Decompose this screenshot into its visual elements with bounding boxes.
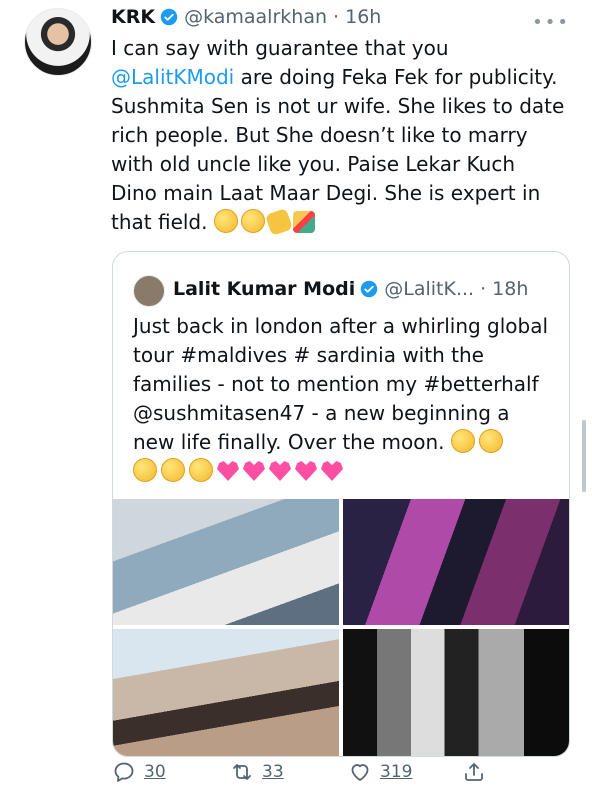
reply-count[interactable]: 30	[144, 762, 166, 782]
smiling-face-with-hearts-emoji-icon	[189, 458, 213, 482]
tweet-text-part: are doing Feka Fek for publicity. Sushmi…	[111, 65, 565, 234]
quoted-author-name[interactable]: Lalit Kumar Modi	[173, 278, 355, 300]
more-options-icon[interactable]: •••	[532, 12, 570, 33]
reply-button[interactable]: 30	[112, 760, 166, 784]
quoted-author-avatar[interactable]	[133, 275, 165, 307]
author-handle[interactable]: @kamaalrkhan · 16h	[184, 6, 381, 28]
reply-icon	[114, 762, 134, 782]
tweet-action-bar: 30 33 319	[112, 760, 572, 790]
growing-heart-emoji-icon	[321, 461, 343, 481]
smiling-face-with-hearts-emoji-icon	[450, 429, 475, 453]
heart-icon	[351, 764, 369, 781]
author-name[interactable]: KRK	[111, 6, 155, 28]
clapping-hands-emoji-icon	[264, 207, 293, 237]
hospital-photo[interactable]	[113, 499, 339, 625]
scrollbar-thumb[interactable]	[582, 420, 586, 492]
retweet-button[interactable]: 33	[230, 760, 284, 784]
quoted-author-handle[interactable]: @LalitK... · 18h	[384, 278, 528, 300]
tweet-text-part: I can say with guarantee that you	[111, 36, 449, 60]
like-button[interactable]: 319	[348, 760, 412, 784]
face-blowing-kiss-emoji-icon	[478, 429, 503, 453]
retweet-count[interactable]: 33	[262, 762, 284, 782]
quoted-tweet-text: Just back in london after a whirling glo…	[133, 312, 557, 486]
tweet-text: I can say with guarantee that you @Lalit…	[111, 34, 566, 237]
author-name-line[interactable]: KRK @kamaalrkhan · 16h	[111, 6, 381, 28]
share-icon	[465, 763, 483, 781]
mention-link[interactable]: @LalitKModi	[111, 65, 234, 89]
broken-hearts-emoji-icon	[295, 461, 317, 481]
event-photo[interactable]	[343, 499, 569, 625]
quoted-author-name-line[interactable]: Lalit Kumar Modi @LalitK... · 18h	[173, 278, 528, 300]
verified-badge-icon	[160, 8, 178, 26]
photo-grid	[113, 499, 569, 756]
verified-badge-icon	[361, 280, 378, 298]
share-button[interactable]	[462, 760, 494, 784]
sparkling-heart-emoji-icon	[269, 461, 291, 481]
author-avatar[interactable]	[24, 8, 92, 76]
grinning-face-emoji-icon	[240, 209, 265, 233]
quoted-tweet-card[interactable]: Lalit Kumar Modi @LalitK... · 18h Just ba…	[112, 251, 570, 757]
zany-face-emoji-icon	[213, 209, 238, 233]
heart-eyes-emoji-icon	[133, 458, 157, 482]
retweet-icon	[233, 764, 251, 780]
selfie-photo[interactable]	[113, 629, 339, 756]
black-white-photo[interactable]	[343, 629, 569, 756]
revolving-hearts-emoji-icon	[217, 461, 239, 481]
like-count[interactable]: 319	[380, 762, 412, 782]
heart-eyes-emoji-icon	[161, 458, 185, 482]
heart-with-ribbon-emoji-icon	[243, 461, 265, 481]
party-popper-emoji-icon	[292, 211, 315, 233]
